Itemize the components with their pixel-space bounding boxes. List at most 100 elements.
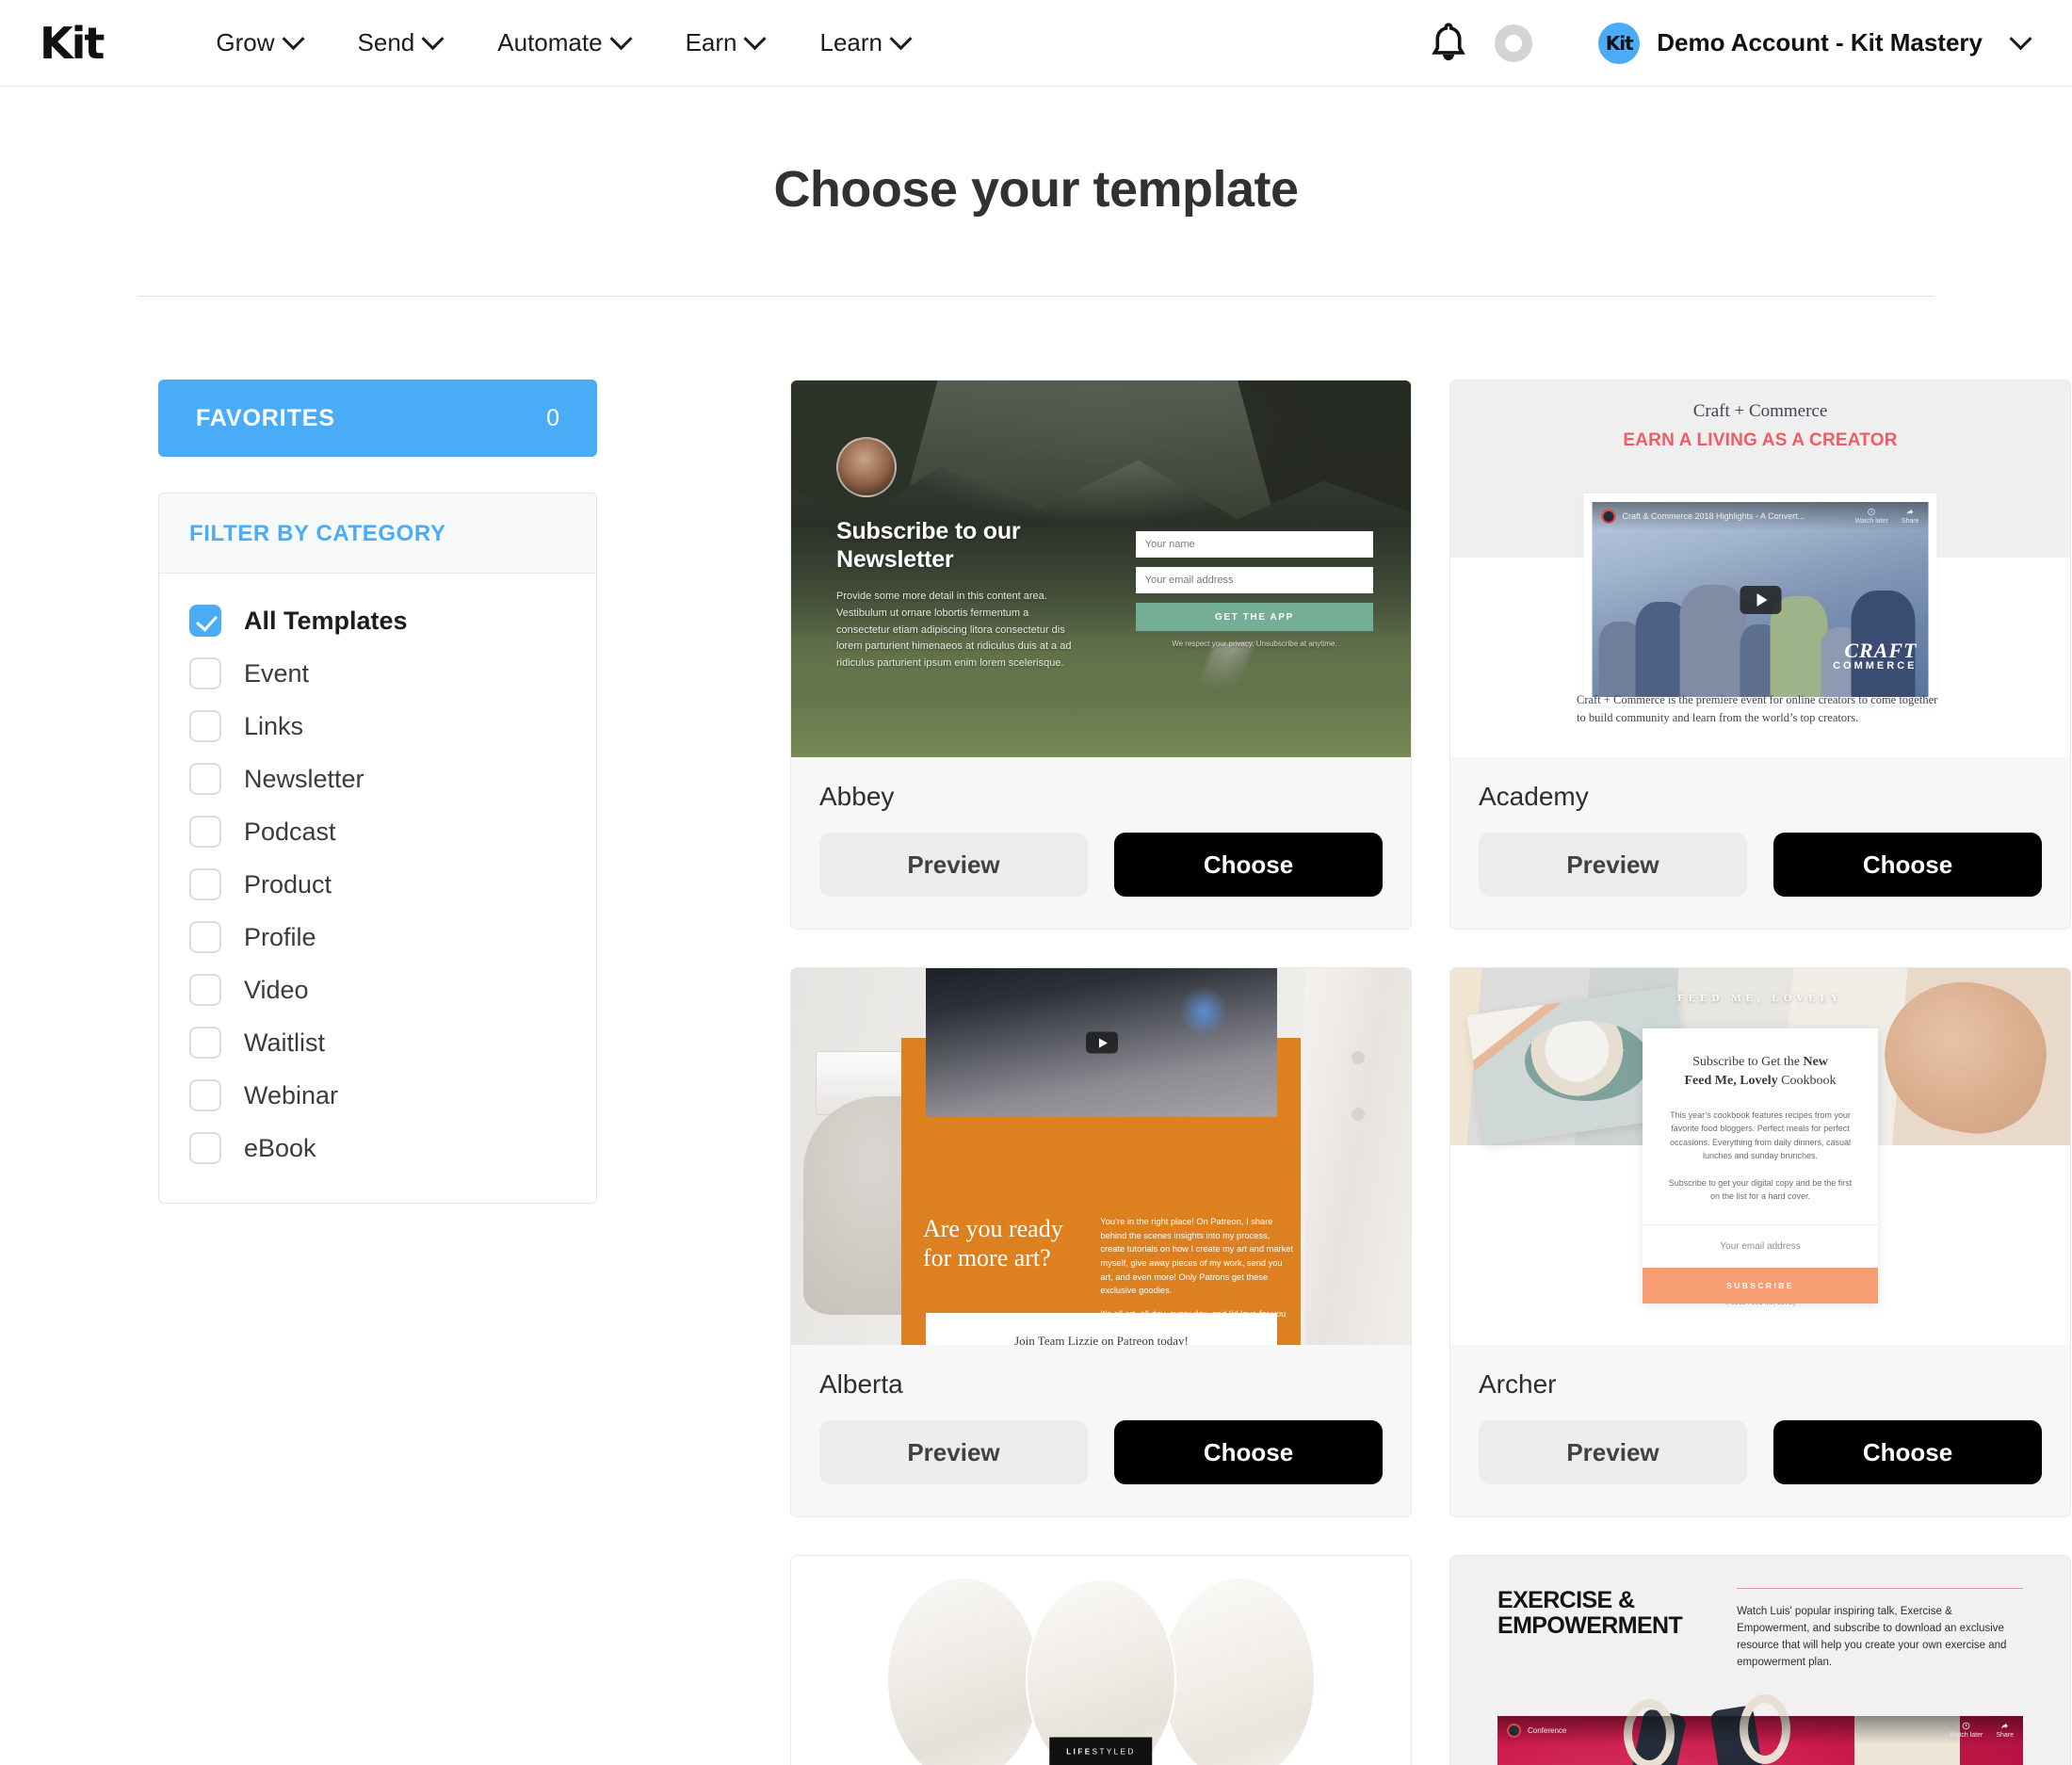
- bell-icon[interactable]: [1423, 18, 1474, 69]
- page-title: Choose your template: [773, 161, 1299, 218]
- photo-oval-left: [888, 1579, 1039, 1765]
- tag-bold: LIFE: [1066, 1747, 1093, 1757]
- filter-label: Webinar: [244, 1080, 339, 1109]
- chevron-down-icon: [609, 27, 633, 51]
- template-card-exercise[interactable]: EXERCISE & EMPOWERMENT Watch Luis' popul…: [1449, 1555, 2071, 1765]
- filter-item-event[interactable]: Event: [159, 647, 596, 700]
- checkbox-icon[interactable]: [189, 1079, 221, 1111]
- filter-item-all-templates[interactable]: All Templates: [159, 594, 596, 647]
- video-embed: Conference Watch later Share: [1497, 1694, 2023, 1765]
- choose-button[interactable]: Choose: [1114, 833, 1383, 897]
- watch-later-label: Watch later: [1950, 1732, 1983, 1739]
- template-card-alberta[interactable]: Are you ready for more art? You’re in th…: [790, 967, 1412, 1517]
- main-nav: Grow Send Automate Earn Learn: [187, 27, 937, 57]
- filter-label: eBook: [244, 1133, 316, 1162]
- checkbox-icon[interactable]: [189, 974, 221, 1006]
- progress-ring-icon: [1495, 24, 1533, 62]
- thumb-brand: FEED ME, LOVELY: [1677, 993, 1843, 1004]
- filter-item-waitlist[interactable]: Waitlist: [159, 1016, 596, 1069]
- name-field: Your name: [1135, 531, 1373, 558]
- header-right-cluster: Kit Demo Account - Kit Mastery: [1423, 18, 2032, 69]
- crowd-illustration: [1593, 553, 1929, 697]
- door-shape: [1305, 968, 1411, 1345]
- watch-later-label: Watch later: [1854, 518, 1888, 525]
- favorites-count: 0: [546, 404, 559, 431]
- share-label: Share: [1901, 518, 1919, 525]
- blue-glow: [1178, 985, 1228, 1037]
- nav-item-earn[interactable]: Earn: [657, 27, 792, 57]
- filter-item-ebook[interactable]: eBook: [159, 1122, 596, 1174]
- kit-logo[interactable]: Kit: [40, 22, 105, 65]
- thumb-heading: EARN A LIVING AS A CREATOR: [1623, 430, 1898, 450]
- filter-item-webinar[interactable]: Webinar: [159, 1069, 596, 1122]
- checkbox-icon[interactable]: [189, 816, 221, 848]
- email-field: Your email address: [1643, 1224, 1878, 1268]
- account-name: Demo Account - Kit Mastery: [1657, 28, 1983, 57]
- filter-item-podcast[interactable]: Podcast: [159, 805, 596, 858]
- heading-part-1: Subscribe to Get the: [1692, 1055, 1804, 1069]
- template-card-academy[interactable]: Craft + Commerce EARN A LIVING AS A CREA…: [1449, 380, 2071, 930]
- preview-button[interactable]: Preview: [1479, 833, 1747, 897]
- checkbox-icon[interactable]: [189, 763, 221, 795]
- share-label: Share: [1996, 1732, 2014, 1739]
- preview-button[interactable]: Preview: [1479, 1420, 1747, 1484]
- filter-label: Video: [244, 975, 309, 1004]
- subscribe-card: Subscribe to Get the New Feed Me, Lovely…: [1643, 1028, 1878, 1304]
- template-card-abbey[interactable]: Subscribe to our Newsletter Provide some…: [790, 380, 1412, 930]
- brand-tag: LIFESTYLED: [1049, 1737, 1153, 1765]
- filter-list: All Templates Event Links Newsletter Pod…: [159, 574, 596, 1203]
- filter-item-video[interactable]: Video: [159, 963, 596, 1016]
- thumb-body: Watch Luis' popular inspiring talk, Exer…: [1737, 1606, 2007, 1669]
- thumb-body: Provide some more detail in this content…: [836, 591, 1072, 670]
- choose-button[interactable]: Choose: [1773, 833, 2042, 897]
- thumb-body: Craft + Commerce is the premiere event f…: [1577, 693, 1938, 724]
- filter-label: Product: [244, 869, 332, 899]
- nav-item-learn[interactable]: Learn: [791, 27, 937, 57]
- checkbox-icon[interactable]: [189, 605, 221, 637]
- chevron-down-icon: [421, 27, 445, 51]
- nav-item-automate[interactable]: Automate: [469, 27, 656, 57]
- template-name: Alberta: [819, 1369, 903, 1399]
- filter-heading: FILTER BY CATEGORY: [159, 494, 596, 574]
- cta-button: SUBSCRIBE: [1643, 1268, 1878, 1304]
- thumb-body-1: This year’s cookbook features recipes fr…: [1669, 1109, 1852, 1161]
- favorites-button[interactable]: FAVORITES 0: [158, 380, 597, 457]
- filter-item-links[interactable]: Links: [159, 700, 596, 753]
- template-card-archer[interactable]: FEED ME, LOVELY Subscribe to Get the New…: [1449, 967, 2071, 1517]
- heading-part-2: New: [1803, 1055, 1828, 1069]
- checkbox-icon[interactable]: [189, 710, 221, 742]
- thumb-heading: EXERCISE & EMPOWERMENT: [1497, 1587, 1683, 1639]
- checkbox-icon[interactable]: [189, 657, 221, 689]
- avatar: Kit: [1598, 22, 1641, 64]
- checkbox-icon[interactable]: [189, 921, 221, 953]
- choose-button[interactable]: Choose: [1773, 1420, 2042, 1484]
- abbey-preview-image: Subscribe to our Newsletter Provide some…: [791, 381, 1411, 757]
- video-title: Craft & Commerce 2018 Highlights - A Con…: [1622, 511, 1805, 521]
- preview-button[interactable]: Preview: [819, 833, 1088, 897]
- filter-label: All Templates: [244, 606, 408, 635]
- filter-item-product[interactable]: Product: [159, 858, 596, 911]
- filter-item-profile[interactable]: Profile: [159, 911, 596, 963]
- chevron-down-icon: [2009, 27, 2032, 51]
- filter-label: Links: [244, 711, 304, 740]
- checkbox-icon[interactable]: [189, 1132, 221, 1164]
- nav-item-grow[interactable]: Grow: [187, 27, 329, 57]
- template-card-lifestyled[interactable]: LIFESTYLED Preview Choose: [790, 1555, 1412, 1765]
- filter-item-newsletter[interactable]: Newsletter: [159, 753, 596, 805]
- nav-item-send[interactable]: Send: [330, 27, 470, 57]
- template-name: Abbey: [819, 782, 895, 811]
- choose-button[interactable]: Choose: [1114, 1420, 1383, 1484]
- account-menu[interactable]: Kit Demo Account - Kit Mastery: [1598, 22, 2032, 64]
- archer-preview-image: FEED ME, LOVELY Subscribe to Get the New…: [1450, 968, 2070, 1345]
- heading-part-3: Feed Me, Lovely: [1684, 1074, 1778, 1089]
- template-card-footer: Abbey Preview Choose: [791, 757, 1411, 929]
- divider: [1737, 1588, 2023, 1589]
- preview-button[interactable]: Preview: [819, 1420, 1088, 1484]
- template-card-footer: Archer Preview Choose: [1450, 1345, 2070, 1516]
- privacy-note: We respect your privacy. Unsubscribe at …: [1172, 640, 1337, 648]
- checkbox-icon[interactable]: [189, 1027, 221, 1059]
- filter-label: Waitlist: [244, 1028, 325, 1057]
- checkbox-icon[interactable]: [189, 868, 221, 900]
- logo-sub: COMMERCE: [1833, 660, 1918, 672]
- watch-later-action: Watch later: [1855, 508, 1888, 525]
